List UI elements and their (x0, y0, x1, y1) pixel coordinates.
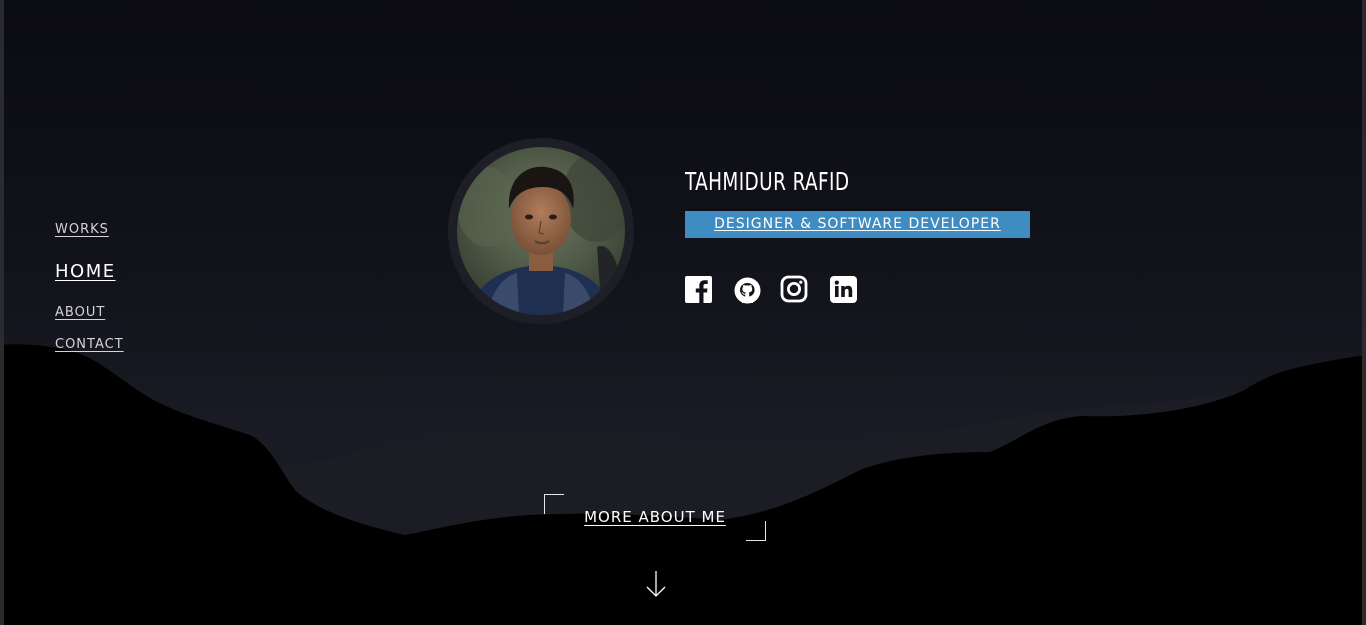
github-icon[interactable] (734, 277, 762, 305)
avatar-ring (448, 138, 634, 324)
profile-role-badge: DESIGNER & SOFTWARE DEVELOPER (685, 211, 1030, 238)
arrow-down-icon[interactable] (645, 570, 667, 598)
left-edge (0, 0, 4, 625)
nav-link-home[interactable]: HOME (55, 259, 116, 285)
more-about-me-link[interactable]: MORE ABOUT ME (544, 508, 766, 526)
facebook-icon[interactable] (685, 276, 713, 304)
nav-link-contact[interactable]: CONTACT (55, 335, 124, 355)
avatar-portrait (457, 147, 625, 315)
right-edge (1362, 0, 1366, 625)
hero-section: WORKS HOME ABOUT CONTACT TAHMIDUR RAFID … (0, 0, 1366, 625)
instagram-icon[interactable] (780, 275, 808, 303)
nav-link-works[interactable]: WORKS (55, 220, 109, 240)
nav-link-about[interactable]: ABOUT (55, 303, 105, 323)
profile-name: TAHMIDUR RAFID (685, 167, 850, 196)
avatar (457, 147, 625, 315)
more-about-cta: MORE ABOUT ME (544, 494, 766, 541)
linkedin-icon[interactable] (830, 276, 858, 304)
